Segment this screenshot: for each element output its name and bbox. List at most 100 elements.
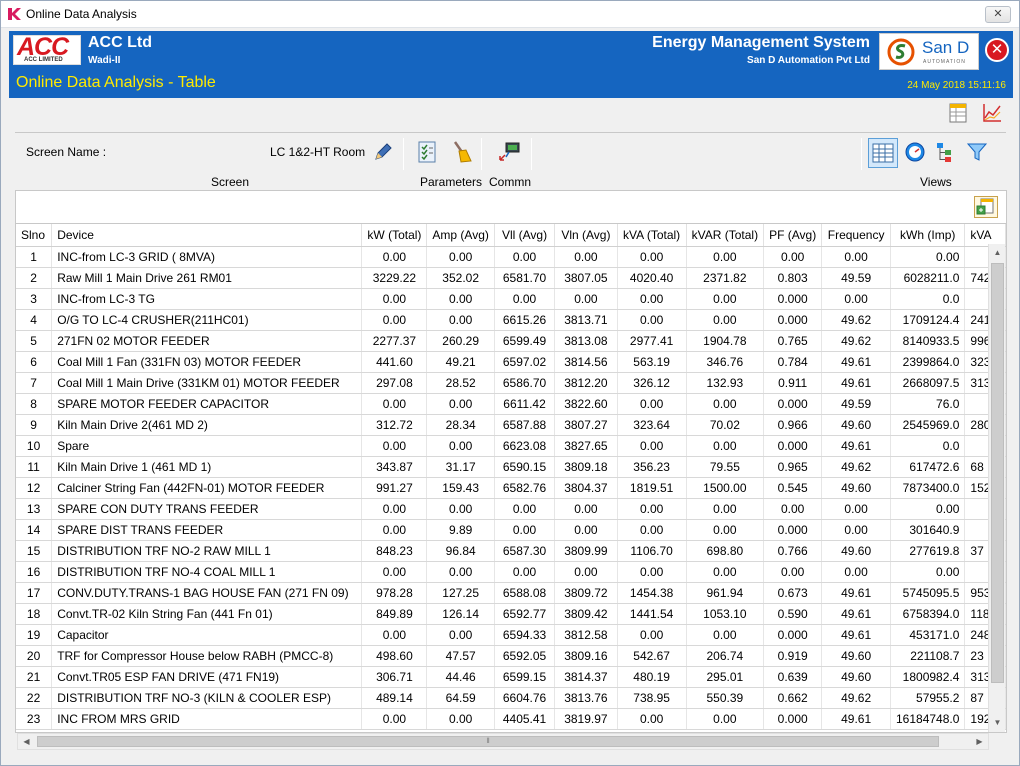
value-cell: 277619.8 <box>890 540 966 562</box>
slno-cell: 11 <box>16 456 53 478</box>
table-report-icon[interactable] <box>947 102 969 124</box>
value-cell: 0.784 <box>763 351 823 373</box>
broom-icon[interactable] <box>449 140 473 164</box>
scroll-up-icon[interactable]: ▲ <box>989 244 1006 261</box>
table-row[interactable]: 14 SPARE DIST TRANS FEEDER 0.00 9.89 0.00 0.0… <box>16 519 1006 541</box>
export-button[interactable] <box>974 196 998 218</box>
table-row[interactable]: 11 Kiln Main Drive 1 (461 MD 1) 343.87 31.1… <box>16 456 1006 478</box>
window-close-button[interactable]: ✕ <box>985 6 1011 23</box>
value-cell: 0.00 <box>426 288 495 310</box>
table-row[interactable]: 2 Raw Mill 1 Main Drive 261 RM01 3229.22 35… <box>16 267 1006 289</box>
table-row[interactable]: 13 SPARE CON DUTY TRANS FEEDER 0.00 0.00 0.0… <box>16 498 1006 520</box>
value-cell: 1904.78 <box>686 330 765 352</box>
network-icon[interactable] <box>497 140 521 164</box>
value-cell: 6594.33 <box>494 624 556 646</box>
horizontal-scrollbar[interactable]: ◀ ⦀ ▶ <box>17 733 989 750</box>
site-name: Wadi-II <box>88 55 121 66</box>
table-row[interactable]: 16 DISTRIBUTION TRF NO-4 COAL MILL 1 0.00 0… <box>16 561 1006 583</box>
value-cell: 159.43 <box>426 477 495 499</box>
table-row[interactable]: 20 TRF for Compressor House below RABH (P… <box>16 645 1006 667</box>
table-row[interactable]: 15 DISTRIBUTION TRF NO-2 RAW MILL 1 848.23… <box>16 540 1006 562</box>
value-cell: 1709124.4 <box>890 309 966 331</box>
column-header[interactable]: Device <box>51 224 363 247</box>
vertical-scroll-thumb[interactable] <box>991 263 1004 683</box>
column-header[interactable]: kW (Total) <box>361 224 428 247</box>
value-cell: 127.25 <box>426 582 495 604</box>
filter-icon[interactable] <box>965 140 989 164</box>
device-cell: DISTRIBUTION TRF NO-2 RAW MILL 1 <box>51 540 363 562</box>
scroll-right-icon[interactable]: ▶ <box>971 734 988 749</box>
table-row[interactable]: 23 INC FROM MRS GRID 0.00 0.00 4405.41 3819.9… <box>16 708 1006 730</box>
column-header[interactable]: PF (Avg) <box>763 224 823 247</box>
table-row[interactable]: 8 SPARE MOTOR FEEDER CAPACITOR 0.00 0.00 661… <box>16 393 1006 415</box>
value-cell: 0.00 <box>554 288 618 310</box>
value-cell: 28.52 <box>426 372 495 394</box>
table-row[interactable]: 6 Coal Mill 1 Fan (331FN 03) MOTOR FEEDER… <box>16 351 1006 373</box>
system-name: Energy Management System <box>652 34 870 51</box>
column-header[interactable]: kVA (Total) <box>617 224 687 247</box>
value-cell: 0.662 <box>763 687 823 709</box>
slno-cell: 13 <box>16 498 53 520</box>
title-bar: Online Data Analysis ✕ <box>1 1 1019 28</box>
value-cell: 0.00 <box>617 708 687 730</box>
value-cell: 3813.76 <box>554 687 618 709</box>
column-header[interactable]: kVAR (Total) <box>686 224 765 247</box>
value-cell: 1454.38 <box>617 582 687 604</box>
checklist-icon[interactable] <box>416 140 440 164</box>
value-cell: 79.55 <box>686 456 765 478</box>
table-row[interactable]: 22 DISTRIBUTION TRF NO-3 (KILN & COOLER E… <box>16 687 1006 709</box>
value-cell: 3809.16 <box>554 645 618 667</box>
table-row[interactable]: 21 Convt.TR05 ESP FAN DRIVE (471 FN19) 306… <box>16 666 1006 688</box>
column-header[interactable]: Frequency <box>821 224 891 247</box>
value-cell: 1800982.4 <box>890 666 966 688</box>
value-cell: 49.61 <box>821 624 891 646</box>
separator <box>481 138 482 170</box>
value-cell: 498.60 <box>361 645 428 667</box>
value-cell: 0.00 <box>361 393 428 415</box>
table-view-button[interactable] <box>868 138 898 168</box>
tree-view-icon[interactable] <box>933 140 957 164</box>
column-header[interactable]: Vll (Avg) <box>494 224 556 247</box>
value-cell: 978.28 <box>361 582 428 604</box>
value-cell: 0.00 <box>890 561 966 583</box>
column-header[interactable]: kWh (Imp) <box>890 224 966 247</box>
value-cell: 0.00 <box>890 246 966 268</box>
scroll-left-icon[interactable]: ◀ <box>18 734 35 749</box>
column-header[interactable]: kVA <box>964 224 1006 247</box>
table-row[interactable]: 7 Coal Mill 1 Main Drive (331KM 01) MOTOR… <box>16 372 1006 394</box>
table-row[interactable]: 4 O/G TO LC-4 CRUSHER(211HC01) 0.00 0.00 661… <box>16 309 1006 331</box>
table-row[interactable]: 3 INC-from LC-3 TG 0.00 0.00 0.00 0.00 0.00 0.0… <box>16 288 1006 310</box>
value-cell: 489.14 <box>361 687 428 709</box>
value-cell: 0.00 <box>617 435 687 457</box>
horizontal-scroll-thumb[interactable]: ⦀ <box>37 736 939 747</box>
table-row[interactable]: 17 CONV.DUTY.TRANS-1 BAG HOUSE FAN (271 F… <box>16 582 1006 604</box>
trend-chart-icon[interactable] <box>981 102 1003 124</box>
slno-cell: 18 <box>16 603 53 625</box>
table-row[interactable]: 19 Capacitor 0.00 0.00 6594.33 3812.58 0.00 0.0… <box>16 624 1006 646</box>
scroll-down-icon[interactable]: ▼ <box>989 714 1006 731</box>
table-row[interactable]: 9 Kiln Main Drive 2(461 MD 2) 312.72 28.34 6… <box>16 414 1006 436</box>
separator <box>861 138 862 170</box>
value-cell: 312.72 <box>361 414 428 436</box>
value-cell: 6586.70 <box>494 372 556 394</box>
table-row[interactable]: 18 Convt.TR-02 Kiln String Fan (441 Fn 01… <box>16 603 1006 625</box>
table-row[interactable]: 5 271FN 02 MOTOR FEEDER 2277.37 260.29 6599.… <box>16 330 1006 352</box>
exit-button[interactable]: ✕ <box>985 38 1009 62</box>
slno-cell: 6 <box>16 351 53 373</box>
slno-cell: 14 <box>16 519 53 541</box>
table-row[interactable]: 12 Calciner String Fan (442FN-01) MOTOR F… <box>16 477 1006 499</box>
value-cell: 550.39 <box>686 687 765 709</box>
value-cell: 0.000 <box>763 519 823 541</box>
table-row[interactable]: 1 INC-from LC-3 GRID ( 8MVA) 0.00 0.00 0.00 0… <box>16 246 1006 268</box>
value-cell: 542.67 <box>617 645 687 667</box>
column-header[interactable]: Slno <box>16 224 53 247</box>
table-row[interactable]: 10 Spare 0.00 0.00 6623.08 3827.65 0.00 0.00 0.0… <box>16 435 1006 457</box>
edit-pencil-icon[interactable] <box>371 140 395 164</box>
k-app-icon <box>8 8 21 20</box>
column-header[interactable]: Vln (Avg) <box>554 224 618 247</box>
value-cell: 0.911 <box>763 372 823 394</box>
column-header[interactable]: Amp (Avg) <box>426 224 495 247</box>
gauge-view-icon[interactable] <box>903 140 927 164</box>
vertical-scrollbar[interactable]: ▲ ▼ <box>988 244 1005 732</box>
value-cell: 2668097.5 <box>890 372 966 394</box>
